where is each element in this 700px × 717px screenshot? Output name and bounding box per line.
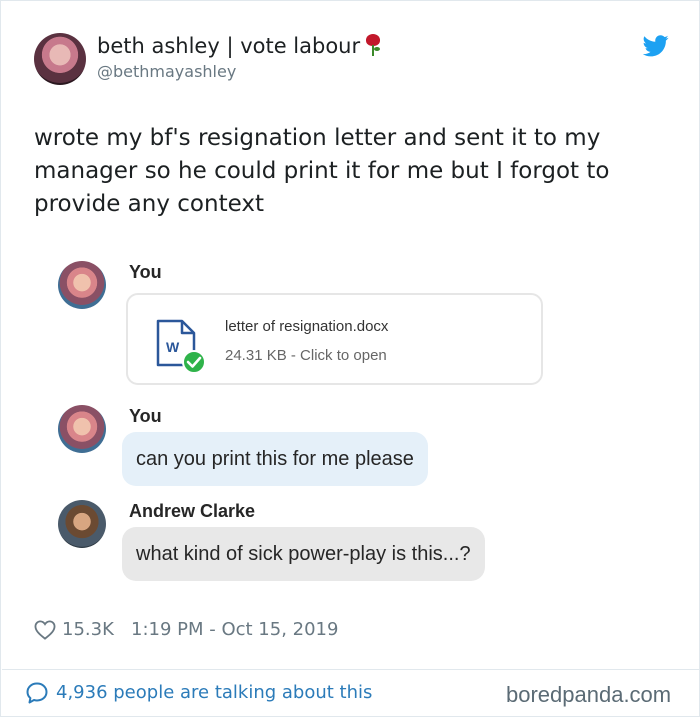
- conversation-count-text: 4,936 people are talking about this: [56, 682, 373, 703]
- author-handle[interactable]: @bethmayashley: [97, 62, 236, 81]
- svg-text:W: W: [166, 339, 180, 355]
- like-count[interactable]: 15.3K: [62, 619, 114, 640]
- tweet-card: beth ashley | vote labour @bethmayashley…: [0, 0, 700, 717]
- rose-icon: [366, 34, 381, 56]
- watermark: boredpanda.com: [506, 682, 672, 707]
- author-avatar[interactable]: [34, 33, 86, 85]
- file-attachment-card: W letter of resignation.docx 24.31 KB - …: [126, 293, 543, 385]
- author-display-name[interactable]: beth ashley | vote labour: [97, 34, 381, 58]
- author-name-text: beth ashley | vote labour: [97, 34, 361, 58]
- chat-message-bubble: can you print this for me please: [122, 432, 428, 486]
- chat-sender-name: Andrew Clarke: [129, 501, 256, 521]
- chat-avatar-you: [58, 261, 106, 309]
- chat-sender-name: You: [129, 406, 162, 426]
- heart-icon[interactable]: [34, 620, 56, 640]
- tweet-text: wrote my bf's resignation letter and sen…: [34, 125, 610, 217]
- file-name: letter of resignation.docx: [225, 318, 389, 335]
- chat-avatar-you: [58, 405, 106, 453]
- word-document-icon: W: [156, 319, 206, 374]
- twitter-bird-icon[interactable]: [643, 35, 669, 57]
- chat-message-bubble: what kind of sick power-play is this...?: [122, 527, 485, 581]
- chat-avatar-andrew: [58, 500, 106, 548]
- comment-icon: [26, 682, 48, 704]
- chat-sender-name: You: [129, 262, 162, 282]
- tweet-timestamp[interactable]: 1:19 PM - Oct 15, 2019: [131, 619, 338, 640]
- file-meta: 24.31 KB - Click to open: [225, 347, 387, 364]
- divider: [2, 669, 700, 670]
